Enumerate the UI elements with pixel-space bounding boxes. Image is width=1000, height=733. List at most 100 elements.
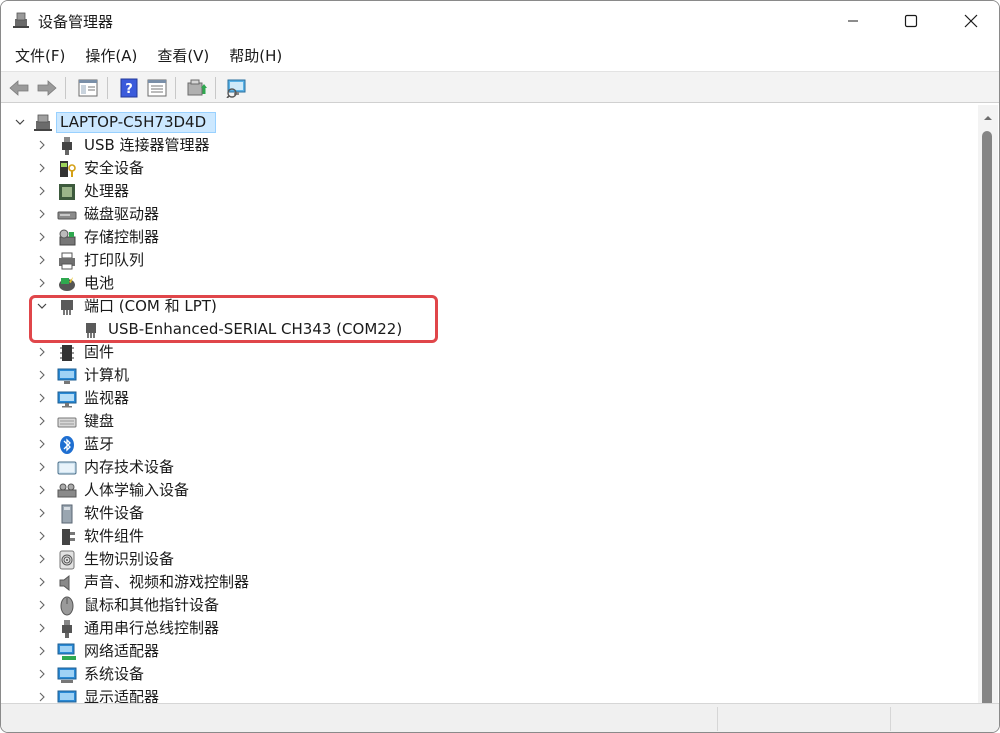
- chevron-right-icon[interactable]: [36, 461, 48, 473]
- tree-category[interactable]: 蓝牙: [6, 433, 966, 456]
- tree-category[interactable]: 鼠标和其他指针设备: [6, 594, 966, 617]
- status-pane-divider: [890, 707, 891, 731]
- tree-category[interactable]: 生物识别设备: [6, 548, 966, 571]
- tree-category[interactable]: 软件组件: [6, 525, 966, 548]
- tree-category[interactable]: 计算机: [6, 364, 966, 387]
- category-label: 显示适配器: [84, 688, 160, 703]
- chevron-right-icon[interactable]: [36, 622, 48, 634]
- details-view-button[interactable]: [145, 76, 169, 100]
- minimize-button[interactable]: [823, 1, 883, 41]
- chevron-right-icon[interactable]: [36, 231, 48, 243]
- chevron-right-icon[interactable]: [36, 139, 48, 151]
- chevron-right-icon[interactable]: [36, 599, 48, 611]
- chevron-right-icon[interactable]: [36, 530, 48, 542]
- chevron-right-icon[interactable]: [36, 576, 48, 588]
- tree-category[interactable]: USB 连接器管理器: [6, 134, 966, 157]
- chevron-right-icon[interactable]: [36, 346, 48, 358]
- chevron-right-icon[interactable]: [36, 668, 48, 680]
- status-bar: [1, 703, 999, 732]
- properties-view-button[interactable]: [76, 76, 100, 100]
- tree-category[interactable]: 磁盘驱动器: [6, 203, 966, 226]
- category-label: 鼠标和其他指针设备: [84, 596, 220, 614]
- computer-icon: [57, 368, 77, 384]
- toolbar-separator: [175, 77, 176, 99]
- category-label: 软件设备: [84, 504, 145, 522]
- chevron-right-icon[interactable]: [36, 277, 48, 289]
- category-label: 磁盘驱动器: [84, 205, 160, 223]
- tree-category[interactable]: 内存技术设备: [6, 456, 966, 479]
- menu-view[interactable]: 查看(V): [149, 43, 217, 69]
- memory-tech-icon: [57, 461, 77, 475]
- tree-category[interactable]: 通用串行总线控制器: [6, 617, 966, 640]
- tree-category[interactable]: 电池: [6, 272, 966, 295]
- chevron-right-icon[interactable]: [36, 691, 48, 703]
- chevron-right-icon[interactable]: [36, 392, 48, 404]
- update-driver-button[interactable]: [185, 76, 209, 100]
- toolbar-separator: [107, 77, 108, 99]
- display-adapter-icon: [57, 690, 77, 703]
- chevron-right-icon[interactable]: [36, 185, 48, 197]
- tree-category[interactable]: 系统设备: [6, 663, 966, 686]
- tree-category[interactable]: 网络适配器: [6, 640, 966, 663]
- chevron-right-icon[interactable]: [36, 415, 48, 427]
- network-adapter-icon: [57, 643, 76, 660]
- device-tree[interactable]: LAPTOP-C5H73D4D USB 连接器管理器 安全设备 处理器 磁盘驱动…: [6, 107, 978, 703]
- tree-category[interactable]: 键盘: [6, 410, 966, 433]
- maximize-icon: [904, 14, 918, 28]
- category-label: 通用串行总线控制器: [84, 619, 220, 637]
- root-label: LAPTOP-C5H73D4D: [60, 113, 207, 131]
- device-manager-window: 设备管理器 文件(F) 操作(A) 查看(V) 帮助(H) ? LAPTOP-C…: [0, 0, 1000, 733]
- vertical-scrollbar[interactable]: [978, 105, 998, 709]
- scrollbar-thumb[interactable]: [982, 131, 992, 709]
- tree-category[interactable]: 安全设备: [6, 157, 966, 180]
- toolbar-separator: [65, 77, 66, 99]
- mouse-icon: [60, 596, 74, 616]
- tree-category[interactable]: 固件: [6, 341, 966, 364]
- chevron-right-icon[interactable]: [36, 254, 48, 266]
- close-icon: [964, 14, 978, 28]
- menu-file[interactable]: 文件(F): [7, 43, 73, 69]
- tree-root[interactable]: LAPTOP-C5H73D4D: [6, 111, 966, 134]
- category-label: 打印队列: [84, 251, 145, 269]
- chevron-down-icon[interactable]: [14, 116, 26, 128]
- printer-icon: [59, 252, 75, 270]
- tree-category[interactable]: 显示适配器: [6, 686, 966, 703]
- menu-action[interactable]: 操作(A): [77, 43, 145, 69]
- computer-root-icon: [34, 114, 52, 131]
- chevron-right-icon[interactable]: [36, 507, 48, 519]
- chevron-right-icon[interactable]: [36, 484, 48, 496]
- chevron-right-icon[interactable]: [36, 369, 48, 381]
- keyboard-icon: [57, 417, 77, 428]
- chevron-right-icon[interactable]: [36, 438, 48, 450]
- software-device-icon: [61, 504, 73, 524]
- back-button[interactable]: [7, 76, 31, 100]
- chevron-right-icon[interactable]: [36, 208, 48, 220]
- forward-button[interactable]: [35, 76, 59, 100]
- tree-category[interactable]: 软件设备: [6, 502, 966, 525]
- category-label: 声音、视频和游戏控制器: [84, 573, 250, 591]
- chevron-right-icon[interactable]: [36, 645, 48, 657]
- category-label: 计算机: [84, 366, 130, 384]
- tree-category[interactable]: 处理器: [6, 180, 966, 203]
- category-label: 固件: [84, 343, 115, 361]
- chevron-right-icon[interactable]: [36, 162, 48, 174]
- help-button[interactable]: ?: [117, 76, 141, 100]
- menu-help[interactable]: 帮助(H): [221, 43, 290, 69]
- tree-category[interactable]: 打印队列: [6, 249, 966, 272]
- tree-category[interactable]: 监视器: [6, 387, 966, 410]
- close-button[interactable]: [941, 1, 999, 41]
- tree-category[interactable]: 存储控制器: [6, 226, 966, 249]
- maximize-button[interactable]: [881, 1, 941, 41]
- chevron-right-icon[interactable]: [36, 553, 48, 565]
- scan-hardware-button[interactable]: [225, 76, 249, 100]
- title-bar[interactable]: 设备管理器: [1, 1, 999, 41]
- tree-category[interactable]: 声音、视频和游戏控制器: [6, 571, 966, 594]
- back-icon: [9, 80, 29, 96]
- disk-drive-icon: [57, 211, 77, 220]
- category-label: USB 连接器管理器: [84, 136, 210, 154]
- tree-category[interactable]: 人体学输入设备: [6, 479, 966, 502]
- hid-icon: [57, 483, 77, 498]
- category-label: 存储控制器: [84, 228, 160, 246]
- scroll-up-icon[interactable]: [983, 113, 993, 123]
- details-view-icon: [147, 79, 167, 97]
